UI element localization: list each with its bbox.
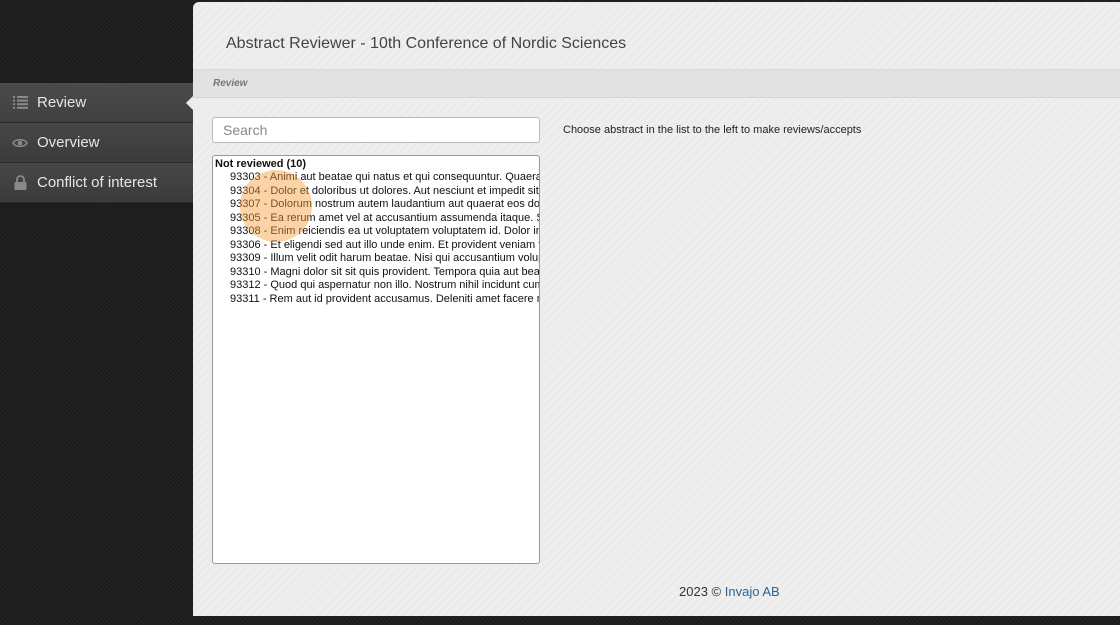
list-item[interactable]: 93304 - Dolor et doloribus ut dolores. A…	[213, 185, 539, 199]
list-item[interactable]: 93305 - Ea rerum amet vel at accusantium…	[213, 212, 539, 226]
breadcrumb-bar: Review	[193, 70, 1120, 98]
sidebar-item-overview[interactable]: Overview	[0, 123, 193, 163]
footer-copyright: 2023 ©	[679, 584, 722, 599]
sidebar-item-review[interactable]: Review	[0, 83, 193, 123]
list-item[interactable]: 93307 - Dolorum nostrum autem laudantium…	[213, 198, 539, 212]
list-item[interactable]: 93308 - Enim reiciendis ea ut voluptatem…	[213, 225, 539, 239]
search-input[interactable]	[212, 117, 540, 143]
sidebar-item-label: Review	[37, 94, 87, 111]
page-title: Abstract Reviewer - 10th Conference of N…	[226, 35, 627, 52]
footer: 2023 © Invajo AB	[679, 584, 780, 599]
eye-icon	[12, 135, 28, 151]
active-indicator-arrow	[186, 96, 193, 110]
list-item[interactable]: 93312 - Quod qui aspernatur non illo. No…	[213, 279, 539, 293]
lock-icon	[12, 175, 28, 191]
sidebar-item-label: Conflict of interest	[37, 174, 158, 191]
footer-company-link[interactable]: Invajo AB	[725, 584, 780, 599]
list-item[interactable]: 93303 - Animi aut beatae qui natus et qu…	[213, 171, 539, 185]
sidebar-item-label: Overview	[37, 134, 100, 151]
list-group-label: Not reviewed (10)	[215, 158, 307, 170]
list-icon	[12, 95, 28, 111]
list-item[interactable]: 93309 - Illum velit odit harum beatae. N…	[213, 252, 539, 266]
main-panel: Abstract Reviewer - 10th Conference of N…	[193, 2, 1120, 616]
breadcrumb: Review	[213, 78, 248, 89]
list-item[interactable]: 93306 - Et eligendi sed aut illo unde en…	[213, 239, 539, 253]
instruction-text: Choose abstract in the list to the left …	[563, 124, 862, 136]
list-item[interactable]: 93310 - Magni dolor sit sit quis provide…	[213, 266, 539, 280]
list-item[interactable]: 93311 - Rem aut id provident accusamus. …	[213, 293, 539, 307]
sidebar: Review Overview Conflict of interest	[0, 83, 193, 203]
abstract-listbox[interactable]: Not reviewed (10) 93303 - Animi aut beat…	[212, 155, 540, 564]
sidebar-item-conflict-of-interest[interactable]: Conflict of interest	[0, 163, 193, 203]
